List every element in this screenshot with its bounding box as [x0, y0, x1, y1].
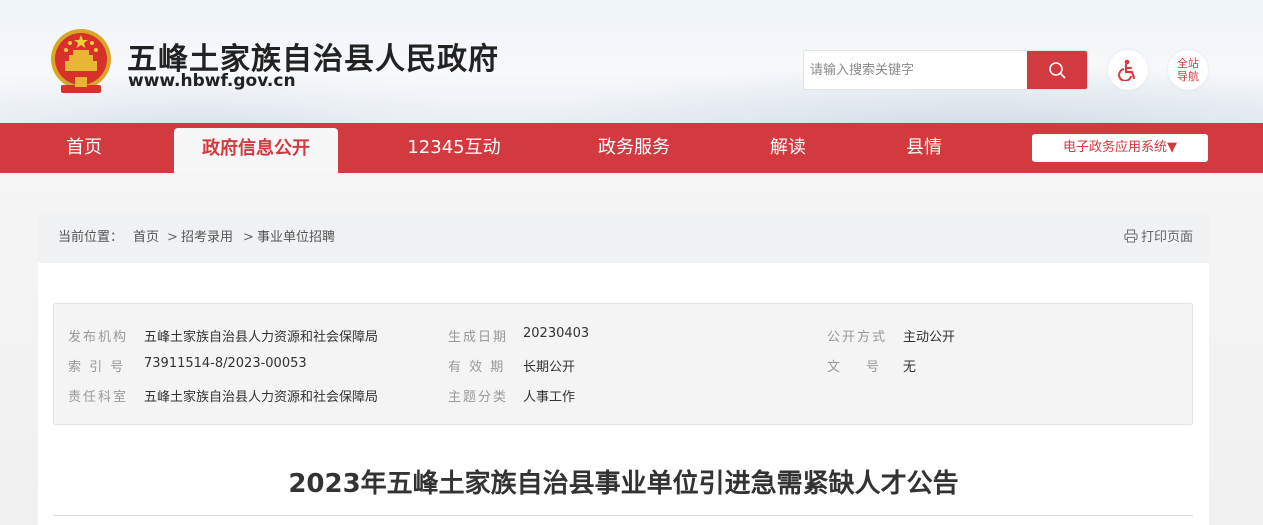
meta-docno: 无	[903, 360, 917, 375]
meta-label: 主题分类	[448, 390, 509, 405]
print-page-button[interactable]: 打印页面	[1124, 213, 1193, 263]
site-url: www.hbwf.gov.cn	[128, 71, 296, 91]
nav-interpret[interactable]: 解读	[748, 123, 828, 173]
breadcrumb-home[interactable]: 首页	[133, 213, 159, 263]
divider	[53, 515, 1193, 516]
meta-label: 有 效 期	[448, 360, 506, 375]
search-input[interactable]	[804, 51, 1029, 89]
nav-services[interactable]: 政务服务	[574, 123, 694, 173]
accessibility-button[interactable]	[1108, 50, 1148, 90]
site-header: 五峰土家族自治县人民政府 www.hbwf.gov.cn 全站 导航	[0, 0, 1263, 123]
nav-gov-info[interactable]: 政府信息公开	[174, 128, 338, 173]
site-nav-label: 导航	[1177, 70, 1199, 83]
meta-validity: 长期公开	[523, 360, 576, 375]
meta-label: 生成日期	[448, 330, 509, 345]
breadcrumb: 当前位置： 首页 > 招考录用 > 事业单位招聘 打印页面	[38, 213, 1209, 263]
meta-label: 发布机构	[68, 330, 129, 345]
main-nav: 首页 政府信息公开 12345互动 政务服务 解读 县情 电子政务应用系统▼	[0, 123, 1263, 173]
nav-12345[interactable]: 12345互动	[386, 123, 522, 173]
document-metadata: 发布机构 五峰土家族自治县人力资源和社会保障局 索 引 号 73911514-8…	[53, 303, 1193, 425]
meta-mode: 主动公开	[903, 330, 956, 345]
print-label: 打印页面	[1140, 230, 1193, 245]
meta-date: 20230403	[523, 326, 590, 341]
article-title: 2023年五峰土家族自治县事业单位引进急需紧缺人才公告	[288, 469, 959, 499]
breadcrumb-recruitment[interactable]: 招考录用	[181, 213, 233, 263]
meta-index: 73911514-8/2023-00053	[144, 356, 307, 371]
search-box	[803, 50, 1088, 90]
search-icon	[1049, 62, 1066, 79]
breadcrumb-label: 当前位置：	[58, 230, 124, 245]
meta-label: 索 引 号	[68, 360, 126, 375]
national-emblem-icon	[51, 29, 111, 93]
nav-county[interactable]: 县情	[884, 123, 964, 173]
meta-label: 文 号	[827, 360, 880, 375]
site-nav-label: 全站	[1177, 57, 1199, 70]
site-navigation-button[interactable]: 全站 导航	[1168, 50, 1208, 90]
wheelchair-icon	[1118, 59, 1136, 81]
meta-publisher: 五峰土家族自治县人力资源和社会保障局	[144, 330, 379, 345]
meta-category: 人事工作	[523, 390, 576, 405]
search-button[interactable]	[1027, 51, 1087, 89]
e-gov-apps-dropdown[interactable]: 电子政务应用系统▼	[1032, 134, 1208, 162]
nav-home[interactable]: 首页	[38, 123, 130, 173]
article-panel: 当前位置： 首页 > 招考录用 > 事业单位招聘 打印页面 发布机构 五峰土家族…	[38, 213, 1209, 525]
meta-label: 公开方式	[827, 330, 888, 345]
breadcrumb-separator: >	[167, 230, 178, 245]
printer-icon	[1124, 229, 1138, 243]
meta-dept: 五峰土家族自治县人力资源和社会保障局	[144, 390, 379, 405]
breadcrumb-public-institution[interactable]: 事业单位招聘	[257, 213, 335, 263]
meta-label: 责任科室	[68, 390, 129, 405]
breadcrumb-separator: >	[243, 230, 254, 245]
